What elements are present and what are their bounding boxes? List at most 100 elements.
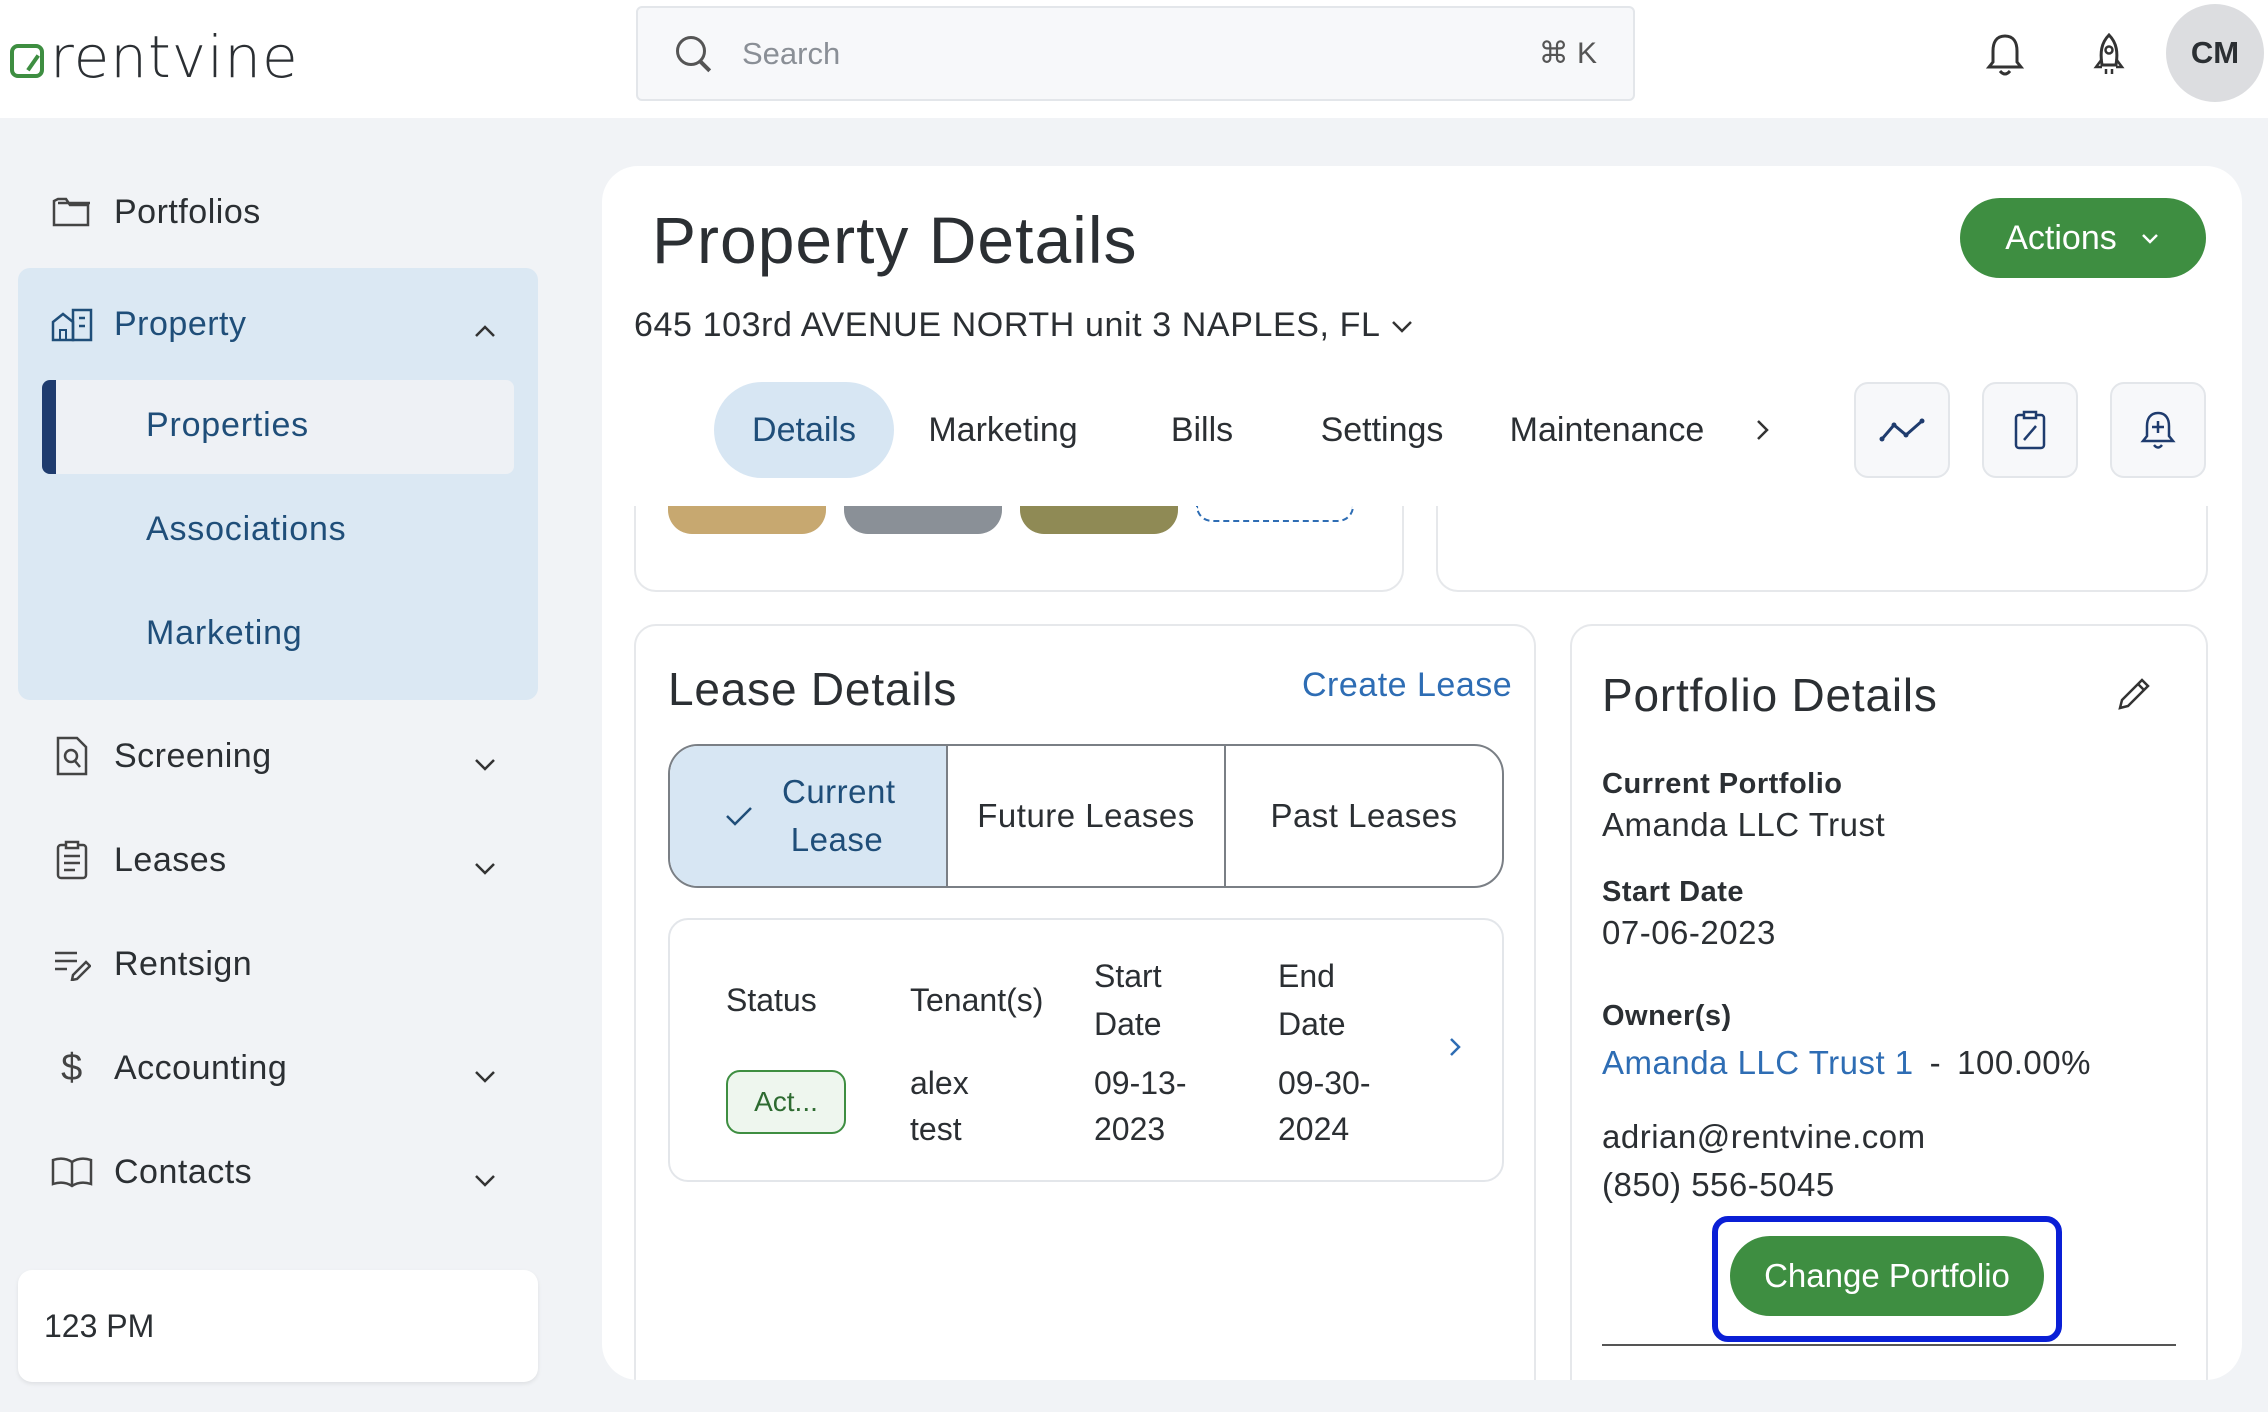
sidebar-item-rentsign[interactable]: Rentsign (50, 934, 520, 994)
brand-name: rentvine (50, 23, 299, 91)
rentvine-leaf-icon (10, 44, 44, 78)
chevron-up-icon[interactable] (472, 312, 498, 351)
change-portfolio-button[interactable]: Change Portfolio (1730, 1236, 2044, 1316)
column-header-tenants: Tenant(s) (910, 982, 1044, 1018)
chevron-down-icon (2141, 234, 2158, 244)
summary-card (1436, 506, 2208, 592)
clipboard-edit-icon (2014, 410, 2046, 450)
owner-percentage: 100.00% (1957, 1044, 2091, 1081)
current-portfolio-label: Current Portfolio (1602, 768, 1843, 800)
status-badge: Act... (726, 1070, 846, 1134)
lease-details-title: Lease Details (668, 663, 958, 715)
segment-past-leases[interactable]: Past Leases (1226, 746, 1502, 886)
segment-current-lease[interactable]: Current Lease (670, 746, 948, 886)
photo-thumbnail[interactable] (668, 506, 826, 534)
chevron-right-icon[interactable] (1446, 1034, 1464, 1065)
property-address[interactable]: 645 103rd AVENUE NORTH unit 3 NAPLES, FL (634, 306, 1381, 345)
photo-thumbnail[interactable] (1020, 506, 1178, 534)
owner-name-link[interactable]: Amanda LLC Trust 1 (1602, 1044, 1914, 1082)
sidebar-item-contacts[interactable]: Contacts (50, 1142, 520, 1202)
trend-line-icon (1879, 418, 1925, 442)
analytics-button[interactable] (1854, 382, 1950, 478)
chevron-down-icon[interactable] (472, 848, 498, 887)
search-placeholder: Search (742, 35, 841, 71)
actions-button[interactable]: Actions (1960, 198, 2206, 278)
current-user-text: 123 PM (44, 1307, 155, 1344)
chevron-down-icon[interactable] (1388, 316, 1416, 341)
tab-details[interactable]: Details (714, 382, 894, 478)
sidebar-item-property[interactable]: Property (50, 294, 520, 354)
search-shortcut: ⌘ K (1538, 37, 1597, 70)
sidebar-item-label: Portfolios (114, 192, 261, 231)
photo-thumbnail[interactable] (844, 506, 1002, 534)
notifications-bell-icon[interactable] (1980, 30, 2030, 80)
page-title: Property Details (652, 203, 1138, 277)
current-portfolio-link[interactable]: Amanda LLC Trust (1602, 806, 1885, 844)
owner-email[interactable]: adrian@rentvine.com (1602, 1118, 1926, 1156)
create-lease-link[interactable]: Create Lease (1302, 666, 1512, 705)
sidebar-sub-item-marketing[interactable]: Marketing (146, 614, 302, 653)
user-avatar[interactable]: CM (2166, 4, 2264, 102)
segment-label: Future Leases (977, 797, 1195, 835)
pencil-edit-icon[interactable] (2116, 676, 2152, 717)
portfolio-details-card: Portfolio Details Current Portfolio Aman… (1570, 624, 2208, 1380)
main-panel: Property Details 645 103rd AVENUE NORTH … (602, 166, 2242, 1380)
sidebar-item-accounting[interactable]: $ Accounting (50, 1038, 520, 1098)
sidebar-item-portfolios[interactable]: Portfolios (50, 182, 520, 242)
sidebar-item-label: Screening (114, 736, 272, 775)
sidebar-item-label: Leases (114, 840, 227, 879)
owner-row: Amanda LLC Trust 1 - 100.00% (1602, 1044, 2091, 1082)
segment-future-leases[interactable]: Future Leases (948, 746, 1226, 886)
lease-start-date: 09-13-2023 (1094, 1065, 1187, 1148)
owners-label: Owner(s) (1602, 1000, 1732, 1032)
sidebar-item-screening[interactable]: Screening (50, 726, 520, 786)
sidebar-item-label: Accounting (114, 1048, 288, 1087)
lease-segmented-control: Current Lease Future Leases Past Leases (668, 744, 1504, 888)
sidebar-item-leases[interactable]: Leases (50, 830, 520, 890)
tab-settings[interactable]: Settings (1312, 382, 1452, 478)
owner-separator: - (1929, 1044, 1942, 1081)
segment-label: Past Leases (1270, 797, 1458, 835)
add-photo-slot[interactable] (1196, 506, 1354, 522)
column-header-start-date: Start Date (1094, 958, 1162, 1042)
sidebar-sub-item-properties[interactable]: Properties (146, 406, 309, 445)
search-input[interactable]: Search ⌘ K (636, 6, 1635, 101)
sidebar-item-label: Contacts (114, 1152, 253, 1191)
sidebar-item-label: Rentsign (114, 944, 253, 983)
start-date-label: Start Date (1602, 876, 1744, 908)
dollar-icon: $ (61, 1046, 83, 1089)
divider (1602, 1344, 2176, 1346)
current-user-card[interactable]: 123 PM (18, 1270, 538, 1382)
search-icon (674, 34, 714, 74)
rocket-icon[interactable] (2084, 30, 2134, 80)
lease-details-card: Lease Details Create Lease Current Lease… (634, 624, 1536, 1380)
photos-card (634, 506, 1404, 592)
tab-bills[interactable]: Bills (1152, 382, 1252, 478)
tab-marketing[interactable]: Marketing (918, 382, 1088, 478)
rentvine-logo[interactable]: rentvine (10, 22, 299, 92)
tab-maintenance[interactable]: Maintenance (1502, 382, 1712, 478)
bell-plus-icon (2140, 411, 2176, 449)
signature-icon (50, 942, 94, 986)
screening-doc-icon (50, 734, 94, 778)
add-reminder-button[interactable] (2110, 382, 2206, 478)
column-header-status: Status (726, 982, 817, 1018)
chevron-down-icon[interactable] (472, 1160, 498, 1199)
column-header-end-date: End Date (1278, 958, 1346, 1042)
lease-end-date: 09-30-2024 (1278, 1065, 1371, 1148)
tenant-name[interactable]: alex test (910, 1060, 990, 1153)
edit-notes-button[interactable] (1982, 382, 2078, 478)
segment-label: Current Lease (782, 773, 896, 858)
lease-row-card[interactable]: Status Tenant(s) Start Date End Date Act… (668, 918, 1504, 1182)
chevron-right-icon[interactable] (1752, 416, 1772, 449)
sidebar-sub-item-associations[interactable]: Associations (146, 510, 346, 549)
book-icon (50, 1150, 94, 1194)
portfolio-details-title: Portfolio Details (1602, 669, 1938, 721)
chevron-down-icon[interactable] (472, 1056, 498, 1095)
check-icon (726, 807, 752, 826)
owner-phone-link[interactable]: (850) 556-5045 (1602, 1166, 1835, 1204)
chevron-down-icon[interactable] (472, 744, 498, 783)
top-bar: rentvine Search ⌘ K CM (0, 0, 2268, 118)
sidebar-item-label: Property (114, 304, 247, 343)
folder-icon (50, 190, 94, 234)
